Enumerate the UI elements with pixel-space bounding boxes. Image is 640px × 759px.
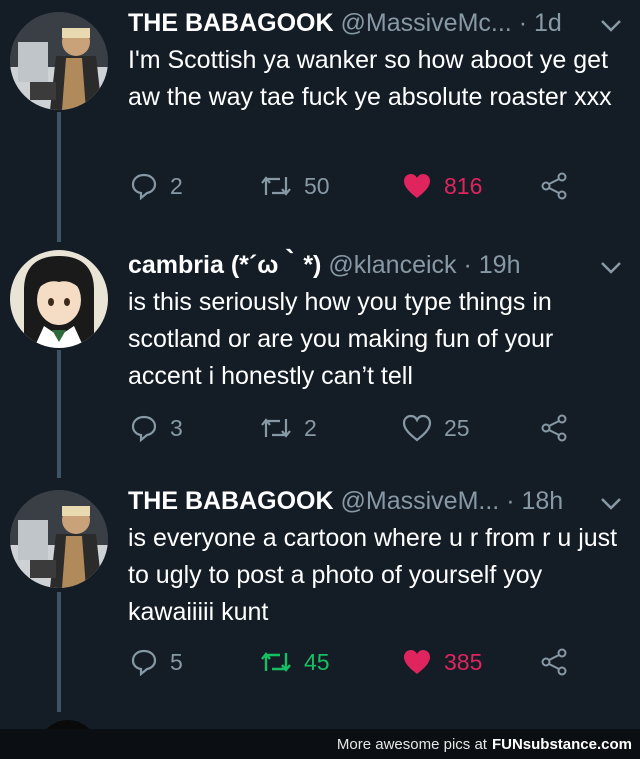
- share-button[interactable]: [540, 168, 568, 204]
- reply-count: 5: [170, 648, 183, 675]
- tweet[interactable]: THE BABAGOOK @MassiveMc... · 1d I'm Scot…: [0, 0, 640, 240]
- timestamp[interactable]: · 1d: [519, 9, 562, 37]
- share-button[interactable]: [540, 410, 568, 446]
- chevron-down-icon[interactable]: [600, 488, 622, 518]
- tweet-header: cambria (*´ω｀*) @klanceick · 19h: [128, 250, 630, 280]
- retweet-button[interactable]: 2: [260, 410, 317, 446]
- reply-count: 3: [170, 414, 183, 441]
- display-name[interactable]: THE BABAGOOK: [128, 487, 334, 515]
- like-button[interactable]: 25: [402, 410, 470, 446]
- chevron-down-icon[interactable]: [600, 252, 622, 282]
- retweet-icon: [261, 652, 291, 672]
- watermark-footer: More awesome pics at FUNsubstance.com: [0, 729, 640, 759]
- retweet-icon: [261, 176, 291, 196]
- chevron-down-icon[interactable]: [600, 10, 622, 40]
- tweet-actions: 3 2 25: [130, 410, 570, 446]
- tweet-header: THE BABAGOOK @MassiveM... · 18h: [128, 486, 630, 516]
- reply-icon: [131, 173, 157, 200]
- retweet-button[interactable]: 50: [260, 168, 330, 204]
- reply-button[interactable]: 5: [130, 644, 183, 680]
- heart-icon: [404, 174, 430, 198]
- retweet-count: 45: [304, 648, 330, 675]
- reply-button[interactable]: 2: [130, 168, 183, 204]
- retweet-count: 50: [304, 172, 330, 199]
- display-name[interactable]: cambria (*´ω｀*): [128, 251, 321, 279]
- like-button[interactable]: 816: [402, 168, 482, 204]
- user-handle[interactable]: @MassiveMc...: [341, 9, 512, 37]
- footer-brand[interactable]: FUNsubstance.com: [492, 736, 632, 753]
- tweet-text: I'm Scottish ya wanker so how aboot ye g…: [128, 46, 612, 111]
- retweet-count: 2: [304, 414, 317, 441]
- retweet-button[interactable]: 45: [260, 644, 330, 680]
- like-button[interactable]: 385: [402, 644, 482, 680]
- like-count: 385: [444, 648, 483, 675]
- share-icon: [541, 414, 567, 442]
- tweet[interactable]: THE BABAGOOK @MassiveM... · 18h is every…: [0, 480, 640, 715]
- heart-icon: [404, 650, 430, 674]
- share-icon: [541, 172, 567, 200]
- tweet-text: is this seriously how you type things in…: [128, 288, 554, 390]
- heart-icon: [402, 414, 432, 442]
- tweet-header: THE BABAGOOK @MassiveMc... · 1d: [128, 8, 630, 38]
- display-name[interactable]: THE BABAGOOK: [128, 9, 334, 37]
- tweet-text: is everyone a cartoon where u r from r u…: [128, 524, 618, 626]
- tweet-actions: 2 50 816: [130, 168, 570, 204]
- avatar[interactable]: [10, 12, 108, 110]
- tweet-actions: 5 45 385: [130, 644, 570, 680]
- like-count: 816: [444, 172, 483, 199]
- timestamp[interactable]: · 18h: [506, 487, 563, 515]
- user-handle[interactable]: @klanceick: [328, 251, 456, 279]
- reply-button[interactable]: 3: [130, 410, 183, 446]
- footer-text: More awesome pics at: [336, 735, 487, 753]
- reply-icon: [131, 649, 157, 676]
- timestamp[interactable]: · 19h: [464, 251, 521, 279]
- share-icon: [541, 648, 567, 676]
- reply-count: 2: [170, 172, 183, 199]
- reply-icon: [131, 415, 157, 442]
- retweet-icon: [261, 418, 291, 438]
- user-handle[interactable]: @MassiveM...: [341, 487, 500, 515]
- avatar[interactable]: [10, 250, 108, 348]
- like-count: 25: [444, 414, 470, 441]
- tweet[interactable]: cambria (*´ω｀*) @klanceick · 19h is this…: [0, 240, 640, 480]
- avatar[interactable]: [10, 490, 108, 588]
- share-button[interactable]: [540, 644, 568, 680]
